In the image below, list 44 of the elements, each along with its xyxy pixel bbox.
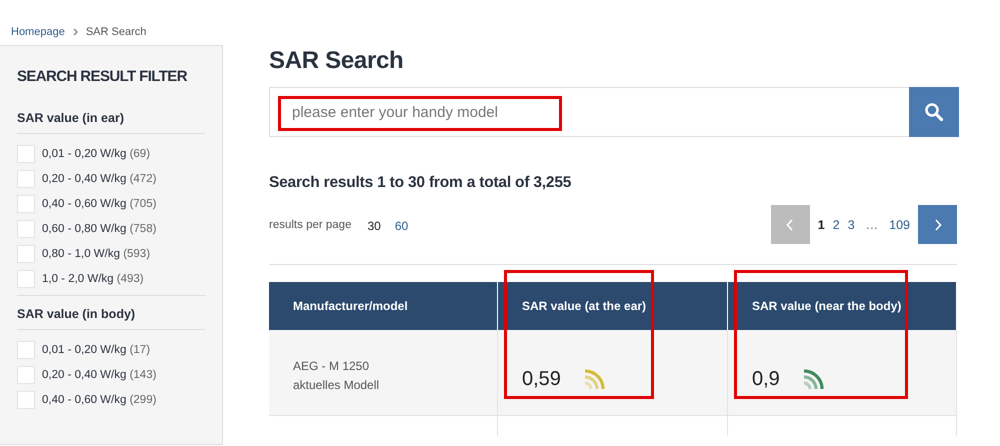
next-page-button[interactable] — [918, 205, 957, 244]
results-heading: Search results 1 to 30 from a total of 3,255 — [269, 174, 572, 192]
filter-option-label[interactable]: 0,01 - 0,20 W/kg (69) — [42, 148, 150, 160]
filter-group-title: SAR value (in body) — [17, 307, 205, 330]
model-note: aktuelles Modell — [293, 376, 380, 394]
search-icon — [924, 102, 944, 122]
chevron-right-icon — [934, 218, 942, 230]
per-page-option[interactable]: 60 — [388, 219, 416, 233]
model-name: AEG - M 1250 — [293, 358, 370, 374]
filter-option-label[interactable]: 0,80 - 1,0 W/kg (593) — [42, 248, 150, 260]
breadcrumb-current: SAR Search — [86, 26, 146, 38]
filter-option-label[interactable]: 1,0 - 2,0 W/kg (493) — [42, 272, 144, 284]
checkbox[interactable] — [17, 244, 35, 262]
breadcrumb-link[interactable]: Homepage — [11, 26, 65, 38]
chevron-icon — [72, 28, 78, 36]
filter-option-label[interactable]: 0,40 - 0,60 W/kg (299) — [42, 394, 156, 406]
filter-option-label[interactable]: 0,01 - 0,20 W/kg (17) — [42, 344, 150, 356]
checkbox[interactable] — [17, 220, 35, 238]
checkbox[interactable] — [17, 340, 35, 358]
filter-option-label[interactable]: 0,20 - 0,40 W/kg (472) — [42, 172, 156, 184]
search-button[interactable] — [909, 87, 959, 137]
checkbox[interactable] — [17, 194, 35, 212]
checkbox[interactable] — [17, 390, 35, 408]
ellipsis: … — [864, 218, 880, 232]
filter-option-label[interactable]: 0,20 - 0,40 W/kg (143) — [42, 368, 156, 380]
chevron-left-icon — [786, 218, 794, 230]
page-link[interactable]: 3 — [846, 218, 857, 232]
per-page-option[interactable]: 30 — [360, 219, 388, 233]
page-link[interactable]: 1 — [816, 218, 827, 232]
sar-value: 0,9 — [752, 368, 780, 391]
page-link[interactable]: 109 — [887, 218, 912, 232]
checkbox[interactable] — [17, 270, 35, 288]
filter-option-label[interactable]: 0,60 - 0,80 W/kg (758) — [42, 222, 156, 234]
sar-value: 0,59 — [522, 368, 561, 391]
page-title: SAR Search — [269, 47, 404, 75]
page-link[interactable]: 2 — [830, 218, 842, 232]
checkbox[interactable] — [17, 366, 35, 384]
column-header: Manufacturer/model — [269, 282, 498, 330]
checkbox[interactable] — [17, 170, 35, 188]
filter-option-label[interactable]: 0,40 - 0,60 W/kg (705) — [42, 198, 156, 210]
filter-group-title: SAR value (in ear) — [17, 111, 205, 134]
per-page-label: results per page — [269, 218, 352, 230]
filter-title: SEARCH RESULT FILTER — [17, 68, 188, 85]
checkbox[interactable] — [17, 144, 35, 162]
